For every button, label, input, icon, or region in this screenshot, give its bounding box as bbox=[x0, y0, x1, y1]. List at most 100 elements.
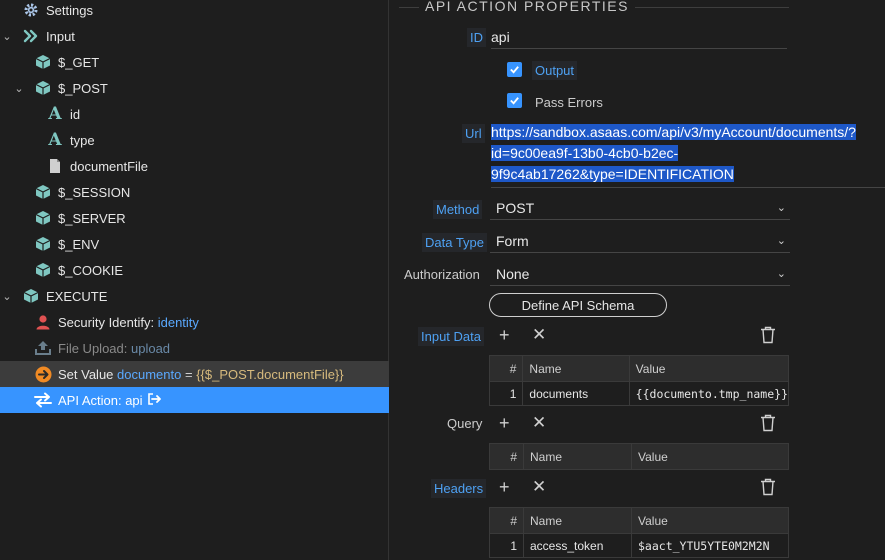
user-icon bbox=[34, 313, 52, 331]
gear-icon bbox=[22, 1, 40, 19]
tree-label-value: upload bbox=[130, 340, 171, 356]
chevron-down-icon[interactable]: ⌄ bbox=[12, 82, 26, 95]
headers-label: Headers bbox=[431, 479, 487, 498]
trash-icon[interactable] bbox=[760, 326, 776, 344]
chevron-down-icon[interactable]: ⌄ bbox=[0, 30, 14, 43]
id-value: api bbox=[491, 28, 510, 45]
tree-item-session[interactable]: $_SESSION bbox=[0, 179, 389, 205]
authorization-select[interactable]: None ⌄ bbox=[490, 262, 790, 286]
pass-errors-checkbox[interactable] bbox=[507, 93, 522, 108]
tree-item-post-type[interactable]: A type bbox=[0, 127, 389, 153]
tree-label: Settings bbox=[46, 2, 93, 18]
table-row[interactable]: 1 documents {{documento.tmp_name}} bbox=[488, 381, 790, 406]
output-checkbox[interactable] bbox=[507, 62, 522, 77]
tree-item-input[interactable]: ⌄ Input bbox=[0, 23, 389, 49]
query-table: # Name Value bbox=[489, 443, 789, 470]
tree-label-eq: = bbox=[181, 366, 197, 382]
row-num: 1 bbox=[488, 381, 524, 406]
url-line: id=9c00ea9f-13b0-4cb0-b2ec- bbox=[491, 145, 679, 161]
row-num: 1 bbox=[489, 533, 524, 558]
tree-label: $_SESSION bbox=[58, 184, 131, 200]
column-header-num: # bbox=[488, 355, 524, 382]
tree-item-post-documentfile[interactable]: documentFile bbox=[0, 153, 389, 179]
cube-icon bbox=[34, 261, 52, 279]
headers-table: # Name Value 1 access_token $aact_YTU5YT… bbox=[489, 507, 789, 558]
tree-label: Set Value bbox=[58, 366, 118, 382]
section-title: API ACTION PROPERTIES bbox=[419, 0, 635, 14]
tree-label-expr: {{$_POST.documentFile}} bbox=[196, 366, 344, 382]
pass-errors-label[interactable]: Pass Errors bbox=[535, 95, 603, 110]
arrow-right-circle-icon bbox=[34, 365, 52, 383]
file-icon bbox=[46, 157, 64, 175]
cube-icon bbox=[34, 209, 52, 227]
close-icon[interactable]: ✕ bbox=[532, 414, 546, 432]
tree-label: $_POST bbox=[58, 80, 108, 96]
tree-label: $_ENV bbox=[58, 236, 100, 252]
tree-label-var: documento bbox=[117, 366, 182, 382]
tree-item-env[interactable]: $_ENV bbox=[0, 231, 389, 257]
table-row[interactable]: 1 access_token $aact_YTU5YTE0M2M2N bbox=[489, 533, 789, 558]
tree-label: Security Identify: bbox=[58, 314, 158, 330]
chevron-down-icon: ⌄ bbox=[776, 268, 786, 280]
tree-label: File Upload: bbox=[58, 340, 131, 356]
method-select[interactable]: POST ⌄ bbox=[490, 196, 790, 220]
data-type-value: Form bbox=[496, 232, 529, 249]
trash-icon[interactable] bbox=[760, 414, 776, 432]
tree-item-execute[interactable]: ⌄ EXECUTE bbox=[0, 283, 389, 309]
add-icon[interactable]: + bbox=[499, 414, 510, 432]
tree-label: $_COOKIE bbox=[58, 262, 124, 278]
column-header-value: Value bbox=[628, 355, 790, 382]
output-icon bbox=[147, 392, 161, 408]
cube-icon bbox=[34, 235, 52, 253]
chevron-down-icon: ⌄ bbox=[776, 235, 786, 247]
text-type-icon: A bbox=[48, 130, 62, 150]
chevron-down-icon[interactable]: ⌄ bbox=[0, 290, 14, 303]
tree-item-settings[interactable]: Settings bbox=[0, 0, 389, 23]
tree-item-api-action[interactable]: API Action: api bbox=[0, 387, 389, 413]
column-header-num: # bbox=[489, 443, 524, 470]
close-icon[interactable]: ✕ bbox=[532, 478, 546, 496]
url-field[interactable]: https://sandbox.asaas.com/api/v3/myAccou… bbox=[491, 122, 885, 188]
row-value[interactable]: $aact_YTU5YTE0M2M2N bbox=[631, 533, 789, 558]
define-api-schema-button[interactable]: Define API Schema bbox=[489, 293, 667, 317]
add-icon[interactable]: + bbox=[499, 326, 510, 344]
tree-label: id bbox=[70, 106, 81, 122]
tree-item-set-value[interactable]: Set Value documento = {{$_POST.documentF… bbox=[0, 361, 389, 387]
tree-item-post-id[interactable]: A id bbox=[0, 101, 389, 127]
data-type-select[interactable]: Form ⌄ bbox=[490, 229, 790, 253]
method-value: POST bbox=[496, 199, 535, 216]
id-field[interactable]: api bbox=[491, 25, 787, 49]
url-label: Url bbox=[462, 124, 485, 143]
input-data-label: Input Data bbox=[418, 327, 484, 346]
cube-icon bbox=[34, 79, 52, 97]
tree-label: Input bbox=[46, 28, 75, 44]
trash-icon[interactable] bbox=[760, 478, 776, 496]
tree-item-get[interactable]: $_GET bbox=[0, 49, 389, 75]
tree-label: $_GET bbox=[58, 54, 100, 70]
cube-icon bbox=[22, 287, 40, 305]
swap-arrows-icon bbox=[34, 391, 52, 409]
double-chevron-right-icon bbox=[22, 27, 40, 45]
authorization-label: Authorization bbox=[404, 267, 480, 282]
close-icon[interactable]: ✕ bbox=[532, 326, 546, 344]
add-icon[interactable]: + bbox=[499, 478, 510, 496]
checkmark-icon bbox=[510, 97, 519, 105]
output-label[interactable]: Output bbox=[532, 61, 578, 80]
chevron-down-icon: ⌄ bbox=[776, 202, 786, 214]
query-label: Query bbox=[447, 416, 483, 431]
tree-item-cookie[interactable]: $_COOKIE bbox=[0, 257, 389, 283]
properties-panel: API ACTION PROPERTIES ID api Output Pass… bbox=[389, 0, 885, 560]
url-line: 9f9c4ab17262&type=IDENTIFICATION bbox=[491, 166, 734, 182]
cube-icon bbox=[34, 183, 52, 201]
row-name[interactable]: access_token bbox=[523, 533, 632, 558]
row-name[interactable]: documents bbox=[522, 381, 630, 406]
column-header-value: Value bbox=[631, 443, 789, 470]
row-value[interactable]: {{documento.tmp_name}} bbox=[628, 381, 790, 406]
tree-item-post[interactable]: ⌄ $_POST bbox=[0, 75, 389, 101]
tree-item-server[interactable]: $_SERVER bbox=[0, 205, 389, 231]
tree-item-security-identify[interactable]: Security Identify: identity bbox=[0, 309, 389, 335]
upload-icon bbox=[34, 339, 52, 357]
input-data-table: # Name Value 1 documents {{documento.tmp… bbox=[488, 355, 790, 406]
tree-item-file-upload[interactable]: File Upload: upload bbox=[0, 335, 389, 361]
tree-label: API Action: api bbox=[58, 392, 143, 408]
